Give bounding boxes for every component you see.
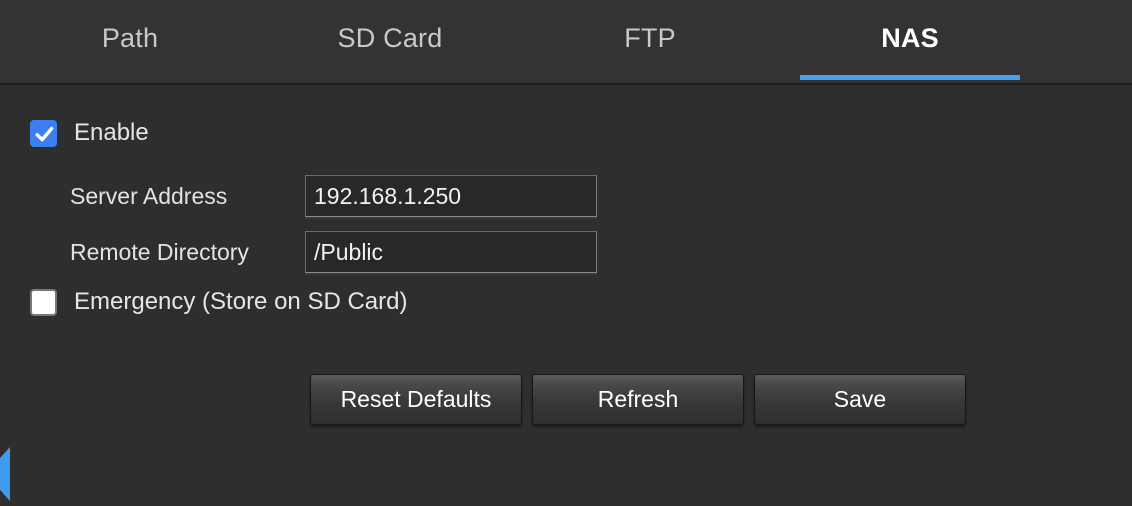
tab-bar: Path SD Card FTP NAS <box>0 0 1132 85</box>
tab-sd-card-underline <box>280 75 500 80</box>
server-address-value: 192.168.1.250 <box>314 182 462 209</box>
server-address-input[interactable]: 192.168.1.250 <box>305 175 597 217</box>
tab-list: Path SD Card FTP NAS <box>0 0 1132 85</box>
server-address-row: Server Address 192.168.1.250 <box>70 175 597 217</box>
enable-label: Enable <box>74 119 149 146</box>
tab-path-underline <box>40 75 220 80</box>
refresh-button[interactable]: Refresh <box>532 374 744 425</box>
tab-path-label: Path <box>101 23 159 53</box>
remote-directory-row: Remote Directory /Public <box>70 231 597 273</box>
emergency-label: Emergency (Store on SD Card) <box>74 288 408 315</box>
save-button[interactable]: Save <box>754 374 966 425</box>
panel-collapse-handle[interactable] <box>0 447 10 501</box>
emergency-checkbox[interactable] <box>30 288 57 316</box>
tab-sd-card-label: SD Card <box>337 23 443 53</box>
tab-nas-underline <box>800 75 1020 80</box>
remote-directory-input[interactable]: /Public <box>305 231 597 273</box>
settings-content: Enable Server Address 192.168.1.250 Remo… <box>0 85 1132 506</box>
reset-defaults-button[interactable]: Reset Defaults <box>310 374 522 425</box>
server-address-label: Server Address <box>70 183 228 209</box>
tab-sd-card[interactable]: SD Card <box>280 0 500 85</box>
tab-nas-label: NAS <box>881 23 939 53</box>
enable-checkbox-row[interactable]: Enable <box>30 119 149 147</box>
collapse-arrow-icon <box>0 447 10 501</box>
check-icon <box>35 126 54 141</box>
tab-nas[interactable]: NAS <box>800 0 1020 85</box>
tab-ftp-underline <box>560 75 740 80</box>
action-button-group: Reset Defaults Refresh Save <box>310 374 966 425</box>
remote-directory-value: /Public <box>314 238 384 265</box>
tab-ftp-label: FTP <box>624 23 676 53</box>
enable-checkbox[interactable] <box>30 119 57 147</box>
tab-path[interactable]: Path <box>40 0 220 85</box>
emergency-checkbox-row[interactable]: Emergency (Store on SD Card) <box>30 288 407 316</box>
tab-ftp[interactable]: FTP <box>560 0 740 85</box>
remote-directory-label: Remote Directory <box>70 239 249 265</box>
nas-settings-panel: Path SD Card FTP NAS Enable Server Addre… <box>0 0 1132 506</box>
